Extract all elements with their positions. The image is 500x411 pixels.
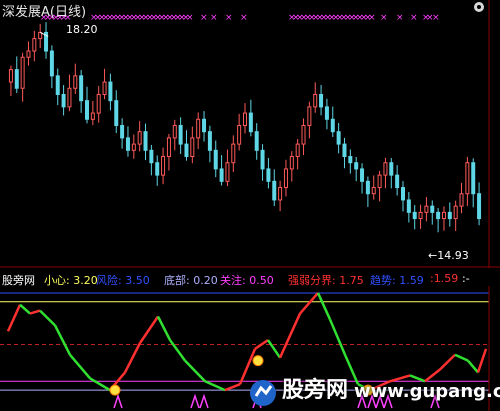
watermark-cn: 股旁网 [282, 378, 349, 403]
watermark: 股旁网www.gupang.com [248, 372, 500, 408]
signal-mark: × [225, 13, 233, 23]
signal-mark: × [432, 13, 440, 23]
high-price-label: 18.20 [66, 23, 98, 36]
indicator-item-extra2: :- [462, 272, 470, 285]
watermark-en: www.gupang.com [354, 381, 500, 402]
settings-circle-icon[interactable] [474, 2, 484, 12]
low-price-label: ←14.93 [428, 249, 469, 262]
gupang-logo-icon [250, 379, 276, 406]
bottom-marker [109, 384, 121, 396]
indicator-item-extra1: :1.59 [430, 272, 459, 285]
signal-mark: × [368, 13, 376, 23]
signal-mark: × [210, 13, 218, 23]
bottom-marker [252, 355, 264, 367]
signal-mark: × [186, 13, 194, 23]
signal-mark: × [410, 13, 418, 23]
signal-mark: × [396, 13, 404, 23]
signal-mark: × [200, 13, 208, 23]
stock-chart-window: × × × × × × × × × × × × × × × × × × × × × × × × × × × × × × × × × × × × × × × ×… [0, 0, 500, 411]
chart-title: 深发展A(日线) [2, 5, 87, 20]
signal-mark: × [380, 13, 388, 23]
candlestick-chart[interactable]: ××××××× ××××××××××××××××××××××××× × × × × ××××… [0, 0, 500, 268]
signal-mark: × [240, 13, 248, 23]
